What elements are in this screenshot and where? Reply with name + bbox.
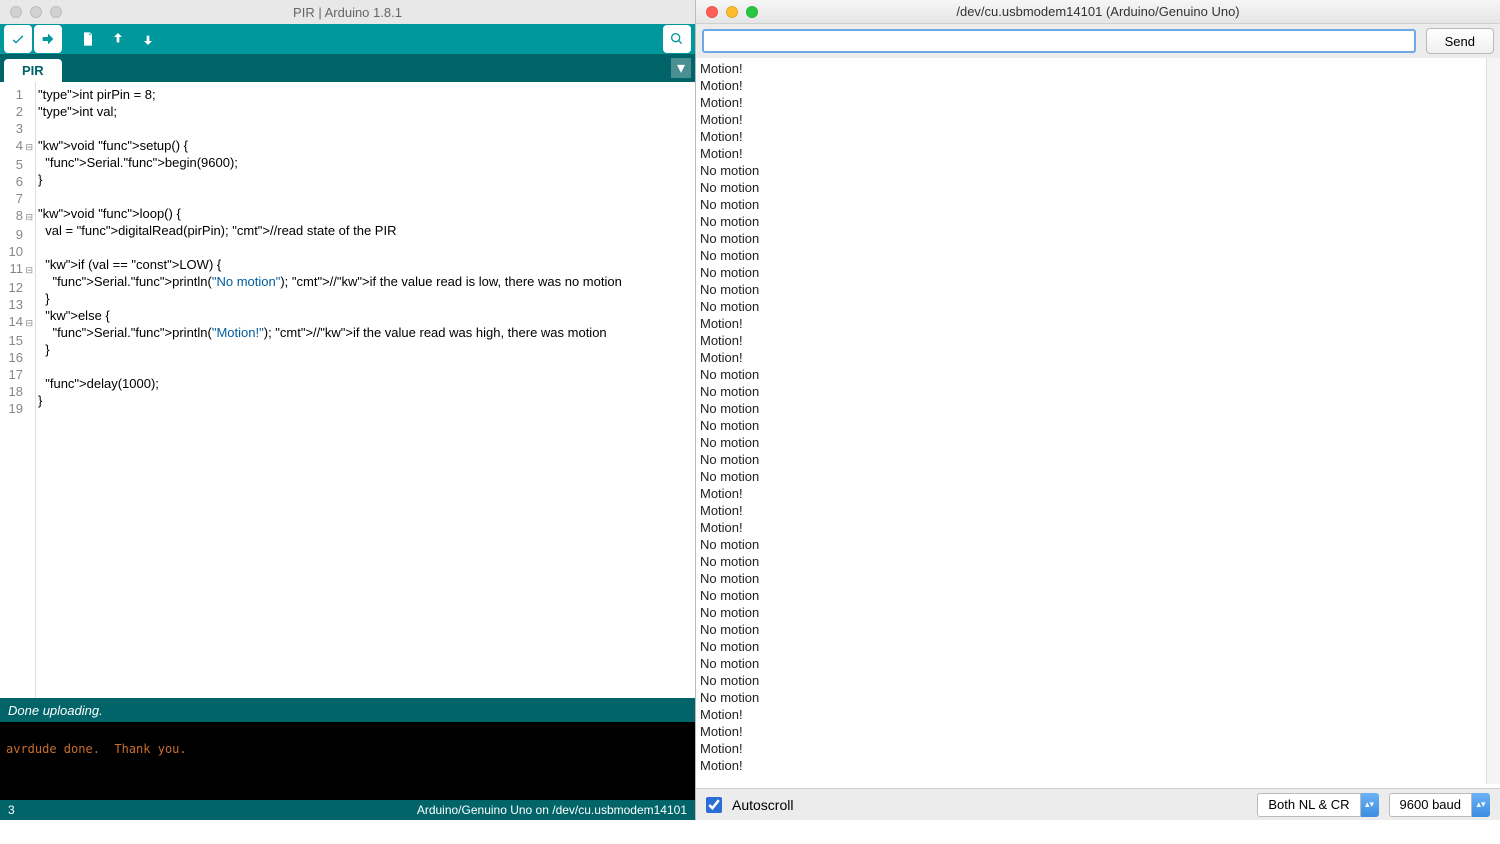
footer-board-port: Arduino/Genuino Uno on /dev/cu.usbmodem1… [417, 803, 687, 817]
tab-sketch[interactable]: PIR [4, 59, 62, 82]
ide-traffic-lights [0, 6, 62, 18]
autoscroll-checkbox[interactable] [706, 797, 722, 813]
code-editor[interactable]: 1234⊟5678⊟91011⊟121314⊟1516171819 "type"… [0, 82, 695, 698]
sm-bottom-bar: Autoscroll Both NL & CR ▴▾ 9600 baud ▴▾ [696, 788, 1500, 820]
ide-status-bar: Done uploading. [0, 698, 695, 722]
minimize-icon[interactable] [30, 6, 42, 18]
verify-button[interactable] [4, 25, 32, 53]
serial-monitor-window: /dev/cu.usbmodem14101 (Arduino/Genuino U… [695, 0, 1500, 820]
chevron-updown-icon: ▴▾ [1361, 793, 1379, 817]
footer-line-number: 3 [8, 803, 15, 817]
baud-rate-value: 9600 baud [1389, 793, 1472, 817]
ide-titlebar[interactable]: PIR | Arduino 1.8.1 [0, 0, 695, 24]
maximize-icon[interactable] [746, 6, 758, 18]
ide-toolbar [0, 24, 695, 54]
chevron-updown-icon: ▴▾ [1472, 793, 1490, 817]
baud-rate-select[interactable]: 9600 baud ▴▾ [1389, 793, 1490, 817]
close-icon[interactable] [706, 6, 718, 18]
minimize-icon[interactable] [726, 6, 738, 18]
sm-window-title: /dev/cu.usbmodem14101 (Arduino/Genuino U… [956, 4, 1239, 19]
line-ending-select[interactable]: Both NL & CR ▴▾ [1257, 793, 1378, 817]
upload-button[interactable] [34, 25, 62, 53]
ide-console-output[interactable]: avrdude done. Thank you. [0, 722, 695, 800]
sm-traffic-lights [696, 6, 758, 18]
line-ending-value: Both NL & CR [1257, 793, 1360, 817]
ide-window-title: PIR | Arduino 1.8.1 [293, 5, 402, 20]
serial-monitor-button[interactable] [663, 25, 691, 53]
tab-dropdown-button[interactable]: ▾ [671, 58, 691, 78]
autoscroll-label: Autoscroll [732, 797, 793, 813]
new-sketch-button[interactable] [74, 25, 102, 53]
serial-output[interactable]: Motion!Motion!Motion!Motion!Motion!Motio… [696, 58, 1500, 788]
arduino-ide-window: PIR | Arduino 1.8.1 PIR ▾ 1234⊟5678⊟9101… [0, 0, 695, 820]
scrollbar[interactable] [1486, 58, 1500, 784]
sm-titlebar[interactable]: /dev/cu.usbmodem14101 (Arduino/Genuino U… [696, 0, 1500, 24]
send-button[interactable]: Send [1426, 28, 1494, 54]
maximize-icon[interactable] [50, 6, 62, 18]
close-icon[interactable] [10, 6, 22, 18]
sm-input-bar: Send [696, 24, 1500, 58]
code-content[interactable]: "type">int pirPin = 8;"type">int val; "k… [36, 82, 695, 698]
line-gutter: 1234⊟5678⊟91011⊟121314⊟1516171819 [0, 82, 36, 698]
ide-tabbar: PIR ▾ [0, 54, 695, 82]
ide-footer: 3 Arduino/Genuino Uno on /dev/cu.usbmode… [0, 800, 695, 820]
save-sketch-button[interactable] [134, 25, 162, 53]
open-sketch-button[interactable] [104, 25, 132, 53]
serial-send-input[interactable] [702, 29, 1416, 53]
